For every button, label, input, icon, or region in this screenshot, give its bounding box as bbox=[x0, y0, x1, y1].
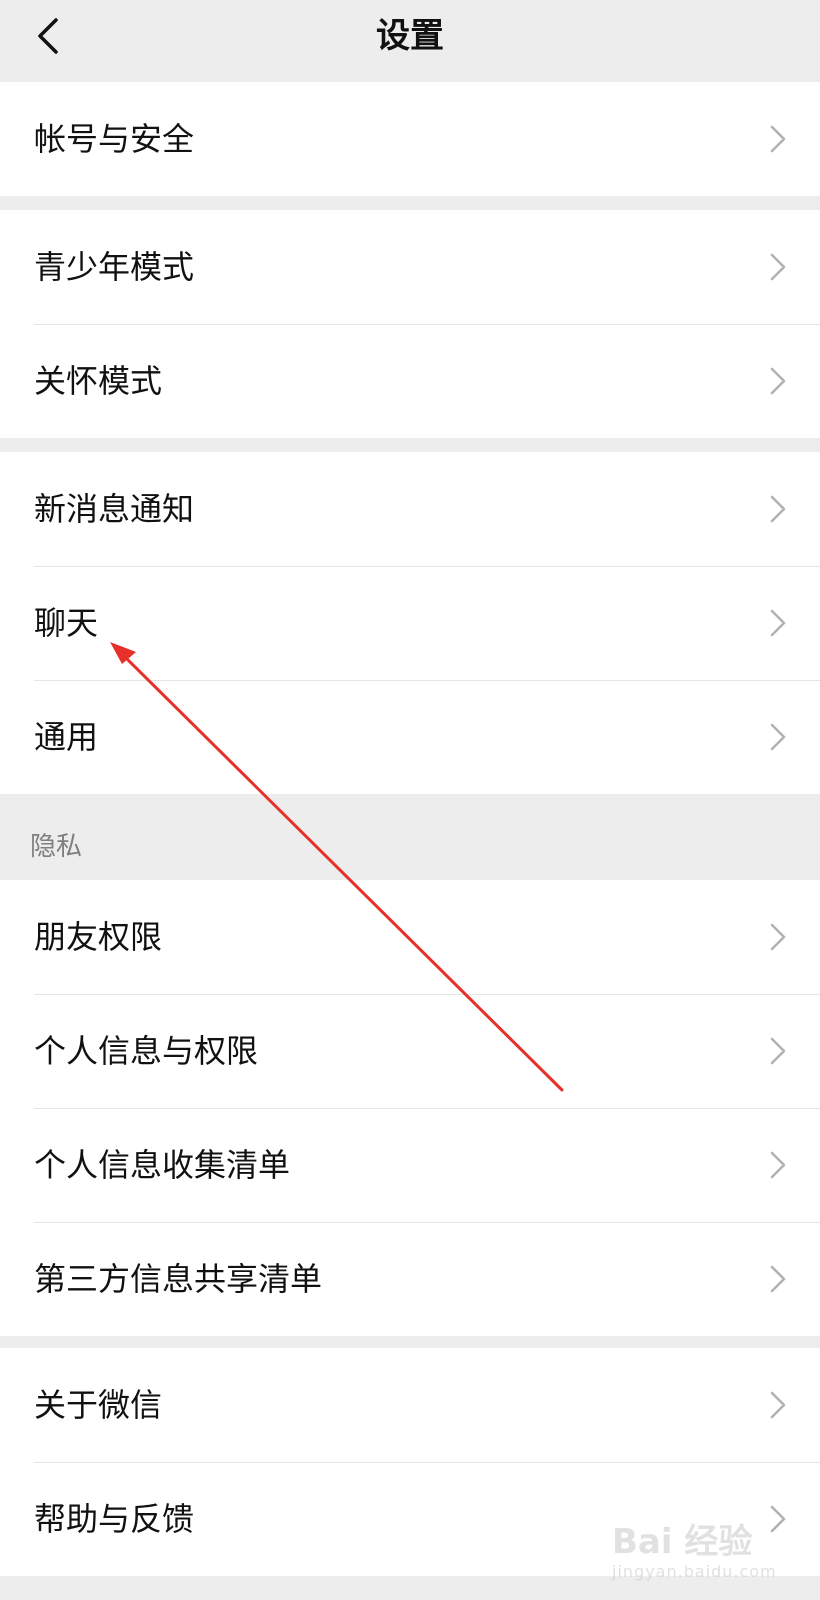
chevron-right-icon bbox=[770, 1505, 786, 1533]
chevron-left-icon bbox=[38, 18, 58, 54]
settings-group-account: 帐号与安全 bbox=[0, 82, 820, 196]
settings-item-label: 个人信息收集清单 bbox=[34, 1146, 291, 1184]
settings-item-personal-info-permissions[interactable]: 个人信息与权限 bbox=[0, 994, 820, 1108]
chevron-right-icon bbox=[770, 367, 786, 395]
chevron-right-icon bbox=[770, 253, 786, 281]
settings-item-account-security[interactable]: 帐号与安全 bbox=[0, 82, 820, 196]
settings-item-label: 关怀模式 bbox=[34, 362, 163, 400]
chevron-right-icon bbox=[770, 1151, 786, 1179]
chevron-right-icon bbox=[770, 125, 786, 153]
settings-item-third-party-sharing-list[interactable]: 第三方信息共享清单 bbox=[0, 1222, 820, 1336]
settings-item-label: 聊天 bbox=[34, 604, 99, 642]
back-button[interactable] bbox=[18, 6, 78, 66]
settings-item-notifications[interactable]: 新消息通知 bbox=[0, 452, 820, 566]
settings-item-label: 帐号与安全 bbox=[34, 120, 195, 158]
settings-item-about-wechat[interactable]: 关于微信 bbox=[0, 1348, 820, 1462]
settings-group-privacy: 朋友权限 个人信息与权限 个人信息收集清单 第三方信息共享清单 bbox=[0, 880, 820, 1336]
chevron-right-icon bbox=[770, 1265, 786, 1293]
settings-item-label: 通用 bbox=[34, 718, 99, 756]
settings-item-label: 帮助与反馈 bbox=[34, 1500, 195, 1538]
settings-item-label: 第三方信息共享清单 bbox=[34, 1260, 323, 1298]
chevron-right-icon bbox=[770, 1391, 786, 1419]
settings-item-help-feedback[interactable]: 帮助与反馈 bbox=[0, 1462, 820, 1576]
settings-item-care-mode[interactable]: 关怀模式 bbox=[0, 324, 820, 438]
settings-item-label: 个人信息与权限 bbox=[34, 1032, 259, 1070]
chevron-right-icon bbox=[770, 495, 786, 523]
settings-group-general: 新消息通知 聊天 通用 bbox=[0, 452, 820, 794]
chevron-right-icon bbox=[770, 1037, 786, 1065]
settings-group-about: 关于微信 帮助与反馈 bbox=[0, 1348, 820, 1576]
settings-item-label: 青少年模式 bbox=[34, 248, 195, 286]
settings-group-modes: 青少年模式 关怀模式 bbox=[0, 210, 820, 438]
settings-item-label: 关于微信 bbox=[34, 1386, 163, 1424]
chevron-right-icon bbox=[770, 723, 786, 751]
settings-item-info-collection-list[interactable]: 个人信息收集清单 bbox=[0, 1108, 820, 1222]
settings-item-label: 新消息通知 bbox=[34, 490, 195, 528]
settings-item-chat[interactable]: 聊天 bbox=[0, 566, 820, 680]
settings-item-friend-permissions[interactable]: 朋友权限 bbox=[0, 880, 820, 994]
chevron-right-icon bbox=[770, 609, 786, 637]
chevron-right-icon bbox=[770, 923, 786, 951]
section-title: 隐私 bbox=[30, 832, 83, 862]
nav-bar: 设置 bbox=[0, 0, 820, 80]
page-title: 设置 bbox=[376, 16, 444, 56]
settings-item-teen-mode[interactable]: 青少年模式 bbox=[0, 210, 820, 324]
settings-item-general[interactable]: 通用 bbox=[0, 680, 820, 794]
settings-item-label: 朋友权限 bbox=[34, 918, 163, 956]
